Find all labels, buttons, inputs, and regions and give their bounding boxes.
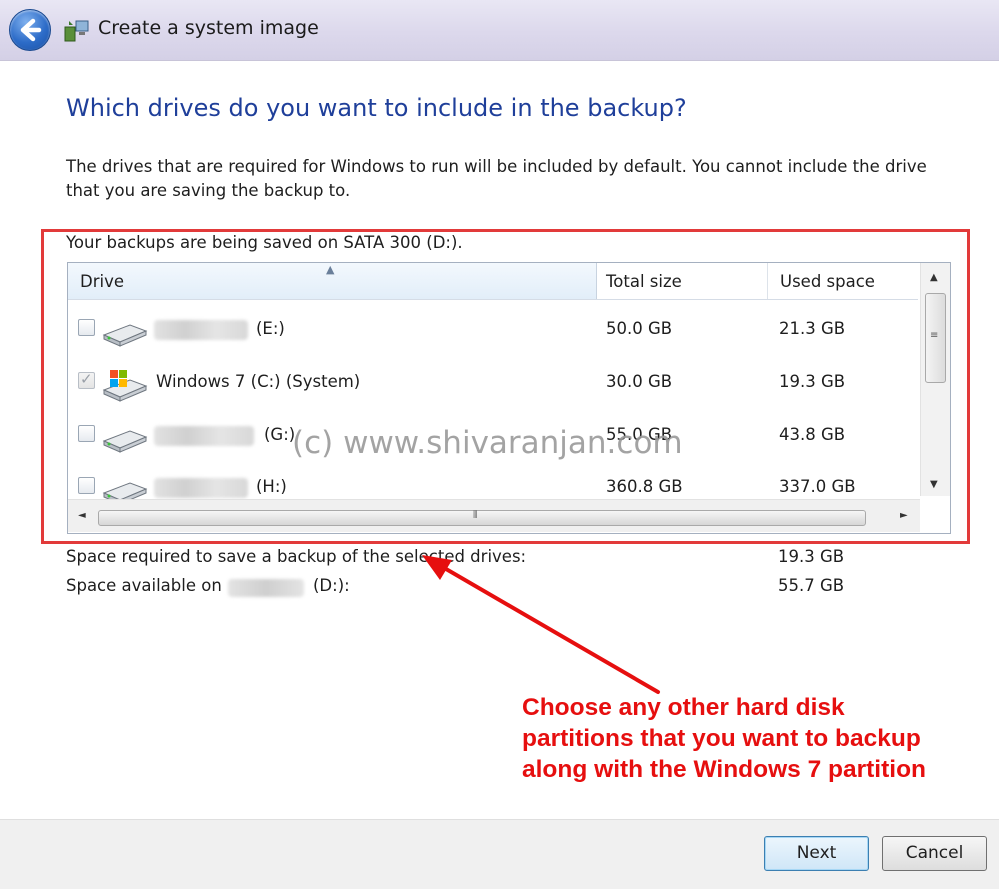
annotation-line: partitions that you want to backup [522, 725, 921, 752]
dialog-footer: Next Cancel [0, 819, 999, 889]
annotation-arrow-icon [422, 555, 660, 694]
space-required-value: 19.3 GB [778, 547, 845, 566]
back-arrow-icon [20, 18, 42, 42]
space-available-value: 55.7 GB [778, 576, 845, 595]
space-available-prefix: Space available on [66, 576, 222, 595]
annotation-line: Choose any other hard disk [522, 694, 845, 721]
page-description: The drives that are required for Windows… [66, 157, 927, 200]
annotation-line: along with the Windows 7 partition [522, 756, 927, 783]
backup-icon [64, 20, 89, 42]
watermark-text: (c) www.shivaranjan.com [292, 425, 683, 461]
redacted-drive-name [228, 579, 304, 597]
space-available-suffix: (D:): [313, 576, 350, 595]
window-title: Create a system image [98, 17, 319, 39]
highlight-box [41, 229, 970, 544]
annotation-note: Choose any other hard disk partitions th… [522, 692, 926, 785]
next-button[interactable]: Next [764, 836, 869, 871]
cancel-button[interactable]: Cancel [882, 836, 987, 871]
title-bar: Create a system image [0, 0, 999, 61]
page-heading: Which drives do you want to include in t… [66, 94, 687, 122]
back-button[interactable] [9, 9, 51, 51]
